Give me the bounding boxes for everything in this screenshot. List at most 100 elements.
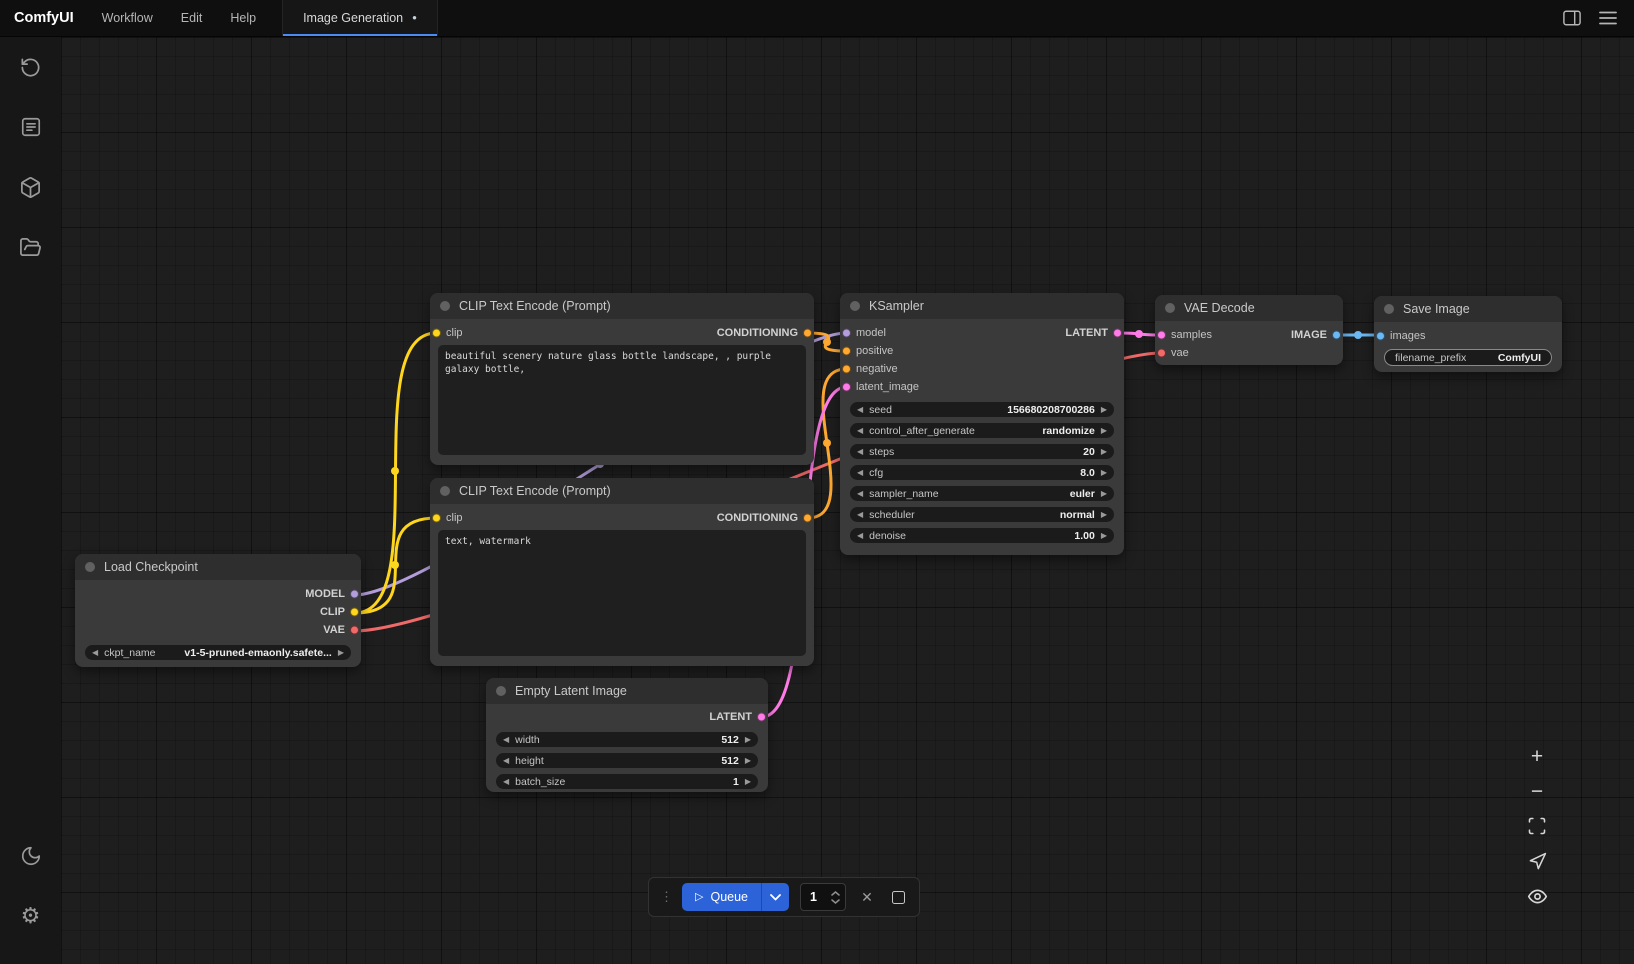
queue-list-icon[interactable] xyxy=(11,107,51,147)
input-dot-latent-image[interactable] xyxy=(842,383,851,392)
collapse-dot-icon[interactable] xyxy=(440,486,450,496)
node-header[interactable]: KSampler xyxy=(840,293,1124,319)
widget-height[interactable]: ◀ height 512 ▶ xyxy=(496,753,758,768)
history-icon[interactable] xyxy=(11,47,51,87)
widget-batch-size[interactable]: ◀ batch_size 1 ▶ xyxy=(496,774,758,789)
prompt-textarea[interactable]: beautiful scenery nature glass bottle la… xyxy=(438,345,806,455)
input-dot-clip[interactable] xyxy=(432,514,441,523)
widget-filename-prefix[interactable]: filename_prefix ComfyUI xyxy=(1384,349,1552,366)
collapse-dot-icon[interactable] xyxy=(496,686,506,696)
output-dot-conditioning[interactable] xyxy=(803,329,812,338)
increment-arrow-icon[interactable]: ▶ xyxy=(1101,406,1107,414)
widget-width[interactable]: ◀ width 512 ▶ xyxy=(496,732,758,747)
menu-help[interactable]: Help xyxy=(216,0,270,36)
widget-denoise[interactable]: ◀ denoise 1.00 ▶ xyxy=(850,528,1114,543)
output-dot-latent[interactable] xyxy=(1113,329,1122,338)
increment-arrow-icon[interactable]: ▶ xyxy=(1101,532,1107,540)
queue-dropdown-button[interactable] xyxy=(761,883,789,911)
zoom-out-button[interactable]: − xyxy=(1526,780,1548,802)
increment-arrow-icon[interactable]: ▶ xyxy=(1101,448,1107,456)
pan-navigation-button[interactable] xyxy=(1526,850,1548,872)
node-clip-text-encode-positive[interactable]: CLIP Text Encode (Prompt) clip CONDITION… xyxy=(430,293,814,465)
widget-steps[interactable]: ◀ steps 20 ▶ xyxy=(850,444,1114,459)
node-empty-latent-image[interactable]: Empty Latent Image LATENT ◀ width 512 ▶ … xyxy=(486,678,768,792)
node-header[interactable]: VAE Decode xyxy=(1155,295,1343,321)
decrement-arrow-icon[interactable]: ◀ xyxy=(857,427,863,435)
decrement-arrow-icon[interactable]: ◀ xyxy=(857,490,863,498)
collapse-dot-icon[interactable] xyxy=(1165,303,1175,313)
input-dot-clip[interactable] xyxy=(432,329,441,338)
decrement-arrow-icon[interactable]: ◀ xyxy=(92,649,98,657)
increment-arrow-icon[interactable]: ▶ xyxy=(1101,490,1107,498)
output-dot-conditioning[interactable] xyxy=(803,514,812,523)
node-header[interactable]: Empty Latent Image xyxy=(486,678,768,704)
increment-arrow-icon[interactable]: ▶ xyxy=(1101,469,1107,477)
hamburger-menu-icon[interactable] xyxy=(1598,8,1618,28)
toggle-visibility-eye-button[interactable] xyxy=(1526,885,1548,907)
increment-arrow-icon[interactable]: ▶ xyxy=(745,736,751,744)
tab-image-generation[interactable]: Image Generation ● xyxy=(282,0,438,36)
node-save-image[interactable]: Save Image images filename_prefix ComfyU… xyxy=(1374,296,1562,372)
widget-scheduler[interactable]: ◀ scheduler normal ▶ xyxy=(850,507,1114,522)
output-dot-latent[interactable] xyxy=(757,713,766,722)
increment-arrow-icon[interactable]: ▶ xyxy=(1101,427,1107,435)
step-down-icon[interactable] xyxy=(831,899,840,904)
collapse-dot-icon[interactable] xyxy=(440,301,450,311)
app-logo: ComfyUI xyxy=(0,0,88,36)
node-header[interactable]: CLIP Text Encode (Prompt) xyxy=(430,478,814,504)
theme-moon-icon[interactable] xyxy=(11,836,51,876)
menu-edit[interactable]: Edit xyxy=(167,0,217,36)
node-vae-decode[interactable]: VAE Decode samples IMAGE vae xyxy=(1155,295,1343,365)
increment-arrow-icon[interactable]: ▶ xyxy=(338,649,344,657)
workflows-folder-icon[interactable] xyxy=(11,227,51,267)
zoom-in-button[interactable]: + xyxy=(1526,745,1548,767)
widget-seed[interactable]: ◀ seed 156680208700286 ▶ xyxy=(850,402,1114,417)
fit-view-button[interactable] xyxy=(1526,815,1548,837)
widget-cfg[interactable]: ◀ cfg 8.0 ▶ xyxy=(850,465,1114,480)
menu-workflow[interactable]: Workflow xyxy=(88,0,167,36)
collapse-dot-icon[interactable] xyxy=(850,301,860,311)
settings-gear-icon[interactable]: ⚙ xyxy=(11,896,51,936)
model-library-icon[interactable] xyxy=(11,167,51,207)
node-ksampler[interactable]: KSampler model LATENT positive negative … xyxy=(840,293,1124,555)
decrement-arrow-icon[interactable]: ◀ xyxy=(503,757,509,765)
widget-sampler-name[interactable]: ◀ sampler_name euler ▶ xyxy=(850,486,1114,501)
input-dot-vae[interactable] xyxy=(1157,349,1166,358)
decrement-arrow-icon[interactable]: ◀ xyxy=(857,469,863,477)
node-load-checkpoint[interactable]: Load Checkpoint MODEL CLIP VAE ◀ ckpt_na… xyxy=(75,554,361,667)
widget-control-after-generate[interactable]: ◀ control_after_generate randomize ▶ xyxy=(850,423,1114,438)
output-dot-vae[interactable] xyxy=(350,626,359,635)
interrupt-stop-icon[interactable] xyxy=(888,887,908,907)
output-dot-model[interactable] xyxy=(350,590,359,599)
drag-handle-icon[interactable]: ⋮ xyxy=(660,889,671,905)
increment-arrow-icon[interactable]: ▶ xyxy=(745,757,751,765)
decrement-arrow-icon[interactable]: ◀ xyxy=(857,532,863,540)
input-dot-negative[interactable] xyxy=(842,365,851,374)
node-header[interactable]: Save Image xyxy=(1374,296,1562,322)
increment-arrow-icon[interactable]: ▶ xyxy=(745,778,751,786)
panel-toggle-icon[interactable] xyxy=(1562,8,1582,28)
decrement-arrow-icon[interactable]: ◀ xyxy=(857,406,863,414)
node-clip-text-encode-negative[interactable]: CLIP Text Encode (Prompt) clip CONDITION… xyxy=(430,478,814,666)
queue-run-button[interactable]: ▷ Queue xyxy=(682,883,761,911)
decrement-arrow-icon[interactable]: ◀ xyxy=(857,448,863,456)
node-header[interactable]: CLIP Text Encode (Prompt) xyxy=(430,293,814,319)
input-dot-model[interactable] xyxy=(842,329,851,338)
step-up-icon[interactable] xyxy=(831,891,840,896)
decrement-arrow-icon[interactable]: ◀ xyxy=(503,778,509,786)
output-dot-image[interactable] xyxy=(1332,331,1341,340)
input-dot-samples[interactable] xyxy=(1157,331,1166,340)
increment-arrow-icon[interactable]: ▶ xyxy=(1101,511,1107,519)
prompt-textarea[interactable]: text, watermark xyxy=(438,530,806,656)
widget-ckpt-name[interactable]: ◀ ckpt_name v1-5-pruned-emaonly.safete..… xyxy=(85,645,351,660)
input-dot-images[interactable] xyxy=(1376,332,1385,341)
batch-count-input[interactable]: 1 xyxy=(800,883,846,911)
output-dot-clip[interactable] xyxy=(350,608,359,617)
decrement-arrow-icon[interactable]: ◀ xyxy=(503,736,509,744)
clear-queue-icon[interactable]: ✕ xyxy=(857,887,877,907)
input-dot-positive[interactable] xyxy=(842,347,851,356)
collapse-dot-icon[interactable] xyxy=(1384,304,1394,314)
node-header[interactable]: Load Checkpoint xyxy=(75,554,361,580)
decrement-arrow-icon[interactable]: ◀ xyxy=(857,511,863,519)
collapse-dot-icon[interactable] xyxy=(85,562,95,572)
